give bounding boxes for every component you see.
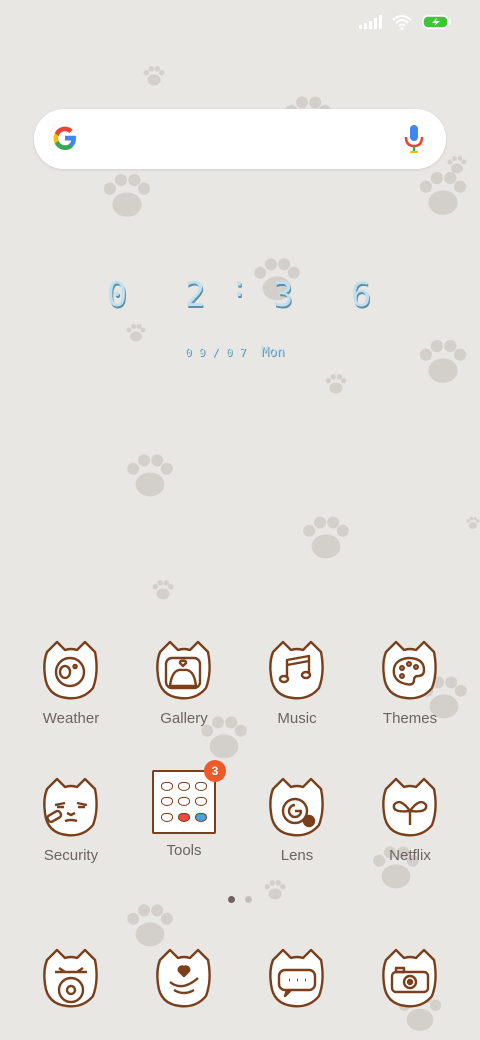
cat-messages-icon xyxy=(269,948,324,1008)
paw-print-decoration xyxy=(419,172,467,215)
clock-date: 09/07 Mon xyxy=(185,345,285,360)
app-weather[interactable]: Weather xyxy=(21,638,121,727)
dock-app-contacts[interactable] xyxy=(134,946,234,1010)
app-gallery[interactable]: Gallery xyxy=(134,638,234,727)
app-label-security: Security xyxy=(43,847,99,864)
cat-music-icon xyxy=(269,640,324,700)
clock-hour-ones: 2 xyxy=(184,275,208,315)
dock-app-phone[interactable] xyxy=(21,946,121,1010)
clock-minute-tens: 3 xyxy=(272,275,296,315)
app-label-gallery: Gallery xyxy=(160,710,208,727)
folder-tools[interactable]: 3 Tools xyxy=(134,760,234,859)
dock-app-messages[interactable] xyxy=(247,946,347,1010)
app-label-themes: Themes xyxy=(382,710,438,727)
cat-contacts-icon xyxy=(156,948,211,1008)
app-label-music: Music xyxy=(277,710,317,727)
cat-security-icon xyxy=(43,777,98,837)
cat-lens-icon xyxy=(269,777,324,837)
clock-weekday: Mon xyxy=(261,345,285,360)
paw-print-decoration xyxy=(143,66,165,86)
status-bar xyxy=(359,12,452,32)
app-label-weather: Weather xyxy=(42,710,100,727)
cat-weather-icon xyxy=(43,640,98,700)
app-label-tools: Tools xyxy=(166,842,202,859)
paw-print-decoration xyxy=(303,516,349,559)
clock-hour-tens: 0 xyxy=(106,275,130,315)
page-indicator[interactable] xyxy=(0,896,480,903)
paw-print-decoration xyxy=(419,340,467,383)
paw-print-decoration xyxy=(127,904,173,947)
app-label-lens: Lens xyxy=(280,847,314,864)
clock-separator: : xyxy=(230,270,250,303)
cellular-signal-icon xyxy=(359,15,382,29)
dock-app-camera[interactable] xyxy=(360,946,460,1010)
cat-gallery-icon xyxy=(156,640,211,700)
app-security[interactable]: Security xyxy=(21,775,121,864)
notification-badge: 3 xyxy=(204,760,226,782)
app-label-netflix: Netflix xyxy=(389,847,431,864)
folder-icon: 3 xyxy=(152,760,226,834)
app-lens[interactable]: Lens xyxy=(247,775,347,864)
cat-camera-icon xyxy=(382,948,437,1008)
battery-charging-icon xyxy=(422,15,451,29)
paw-print-decoration xyxy=(103,174,151,217)
paw-print-decoration xyxy=(447,156,467,174)
app-netflix[interactable]: Netflix xyxy=(360,775,460,864)
cat-themes-icon xyxy=(382,640,437,700)
page-dot-1[interactable] xyxy=(228,896,235,903)
paw-print-decoration xyxy=(325,374,347,394)
clock-minute-ones: 6 xyxy=(350,275,374,315)
paw-print-decoration xyxy=(126,324,146,342)
wifi-icon xyxy=(392,15,412,30)
cat-phone-icon xyxy=(43,948,98,1008)
google-search-bar[interactable] xyxy=(34,109,446,169)
paw-print-decoration xyxy=(466,516,480,529)
app-themes[interactable]: Themes xyxy=(360,638,460,727)
clock-date-text: 09/07 xyxy=(185,346,254,359)
google-g-icon xyxy=(53,126,76,150)
cat-netflix-icon xyxy=(382,777,437,837)
paw-print-decoration xyxy=(152,580,174,600)
app-music[interactable]: Music xyxy=(247,638,347,727)
clock-time[interactable]: 0 2:3 6 xyxy=(0,270,480,315)
microphone-icon[interactable] xyxy=(404,123,424,155)
paw-print-decoration xyxy=(127,454,173,497)
page-dot-2[interactable] xyxy=(245,896,252,903)
